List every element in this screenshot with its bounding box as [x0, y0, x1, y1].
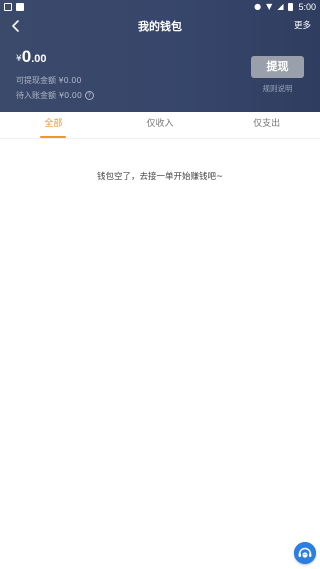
help-icon[interactable]: ?	[84, 91, 94, 100]
tab-label: 全部	[44, 119, 63, 129]
battery-icon	[288, 3, 294, 11]
customer-service-icon	[294, 542, 316, 564]
notification-icon	[16, 3, 24, 11]
empty-state-message: 钱包空了，去接一单开始赚钱吧~	[96, 172, 224, 182]
balance-integer: 0	[21, 47, 32, 66]
notification-icon	[4, 3, 12, 11]
balance-currency: ¥	[16, 54, 22, 64]
tab-income[interactable]: 仅收入	[107, 112, 214, 138]
status-notifications	[4, 3, 24, 11]
signal-icon: ◢	[277, 2, 284, 11]
status-indicators: ● ▼ ◢ 5:00	[254, 2, 316, 12]
withdrawable-value: ¥0.00	[58, 76, 82, 85]
balance-amount: ¥0.00	[16, 47, 47, 67]
status-time: 5:00	[298, 2, 316, 12]
rules-link[interactable]: 规则说明	[251, 83, 304, 94]
tab-bar: 全部 仅收入 仅支出	[0, 112, 320, 138]
wifi-icon: ▼	[266, 2, 273, 11]
location-icon: ●	[254, 2, 262, 11]
pending-row: 待入账金额 ¥0.00 ?	[16, 90, 94, 101]
pending-value: ¥0.00	[59, 91, 82, 100]
divider	[0, 138, 320, 139]
withdrawable-row: 可提现金额 ¥0.00	[16, 75, 81, 86]
withdrawable-label: 可提现金额	[16, 76, 56, 85]
balance-decimal: .00	[31, 53, 47, 65]
customer-service-button[interactable]	[294, 542, 316, 564]
page-title: 我的钱包	[138, 20, 182, 33]
more-button[interactable]: 更多	[294, 19, 311, 31]
pending-label: 待入账金额	[16, 91, 56, 100]
tab-label: 仅支出	[253, 119, 281, 129]
status-bar: ● ▼ ◢ 5:00	[0, 0, 320, 14]
withdraw-button[interactable]: 提现	[251, 56, 304, 78]
tab-all[interactable]: 全部	[0, 112, 107, 138]
nav-bar: 我的钱包 更多	[0, 14, 320, 38]
tab-label: 仅收入	[146, 119, 174, 129]
tab-expense[interactable]: 仅支出	[213, 112, 320, 138]
